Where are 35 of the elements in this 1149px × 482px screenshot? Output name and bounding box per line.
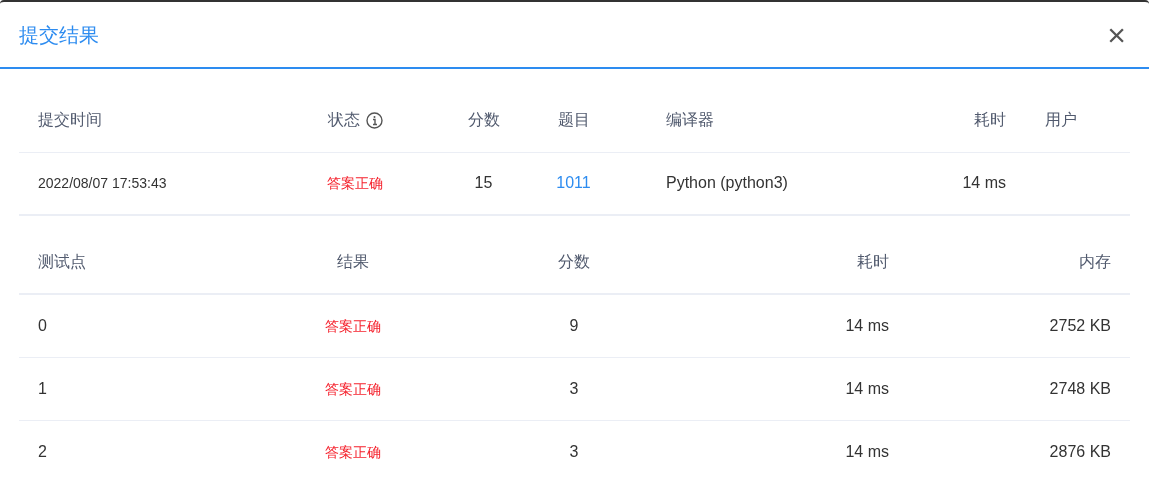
- column-header: 状态: [327, 110, 360, 131]
- result-cell: 答案正确: [324, 380, 381, 397]
- memory-cell: 2748 KB: [1049, 379, 1111, 397]
- info-icon[interactable]: [365, 111, 383, 129]
- column-header: 分数: [558, 253, 590, 270]
- time-cell: 14 ms: [845, 316, 889, 334]
- memory-cell: 2752 KB: [1049, 316, 1111, 334]
- close-button[interactable]: ×: [1103, 18, 1130, 51]
- dialog-title: 提交结果: [19, 21, 99, 49]
- result-cell: 答案正确: [324, 443, 381, 460]
- column-header: 耗时: [974, 110, 1006, 131]
- time-cell: 14 ms: [845, 379, 889, 397]
- column-header: 耗时: [857, 253, 889, 270]
- result-cell: 答案正确: [324, 317, 381, 334]
- memory-cell: 2876 KB: [1049, 442, 1111, 460]
- compiler-cell: Python (python3): [666, 174, 788, 192]
- score-cell: 3: [569, 379, 579, 397]
- column-header: 题目: [557, 110, 590, 131]
- case-id-cell: 2: [38, 442, 47, 460]
- column-header: 结果: [336, 253, 369, 270]
- case-id-cell: 1: [38, 379, 47, 397]
- score-cell: 3: [569, 442, 579, 460]
- time-cell: 14 ms: [845, 442, 889, 460]
- column-header: 分数: [467, 110, 500, 131]
- score-cell: 9: [569, 316, 579, 334]
- column-header: 用户: [1045, 110, 1077, 131]
- column-header: 编译器: [666, 110, 714, 131]
- column-header: 测试点: [38, 253, 86, 270]
- time-cell: 14 ms: [962, 174, 1006, 192]
- column-header: 提交时间: [38, 110, 102, 131]
- score-cell: 15: [474, 174, 493, 192]
- status-cell: 答案正确: [327, 175, 383, 192]
- case-id-cell: 0: [38, 316, 47, 334]
- submit-time-cell: 2022/08/07 17:53:43: [38, 175, 167, 192]
- column-header: 内存: [1079, 253, 1111, 270]
